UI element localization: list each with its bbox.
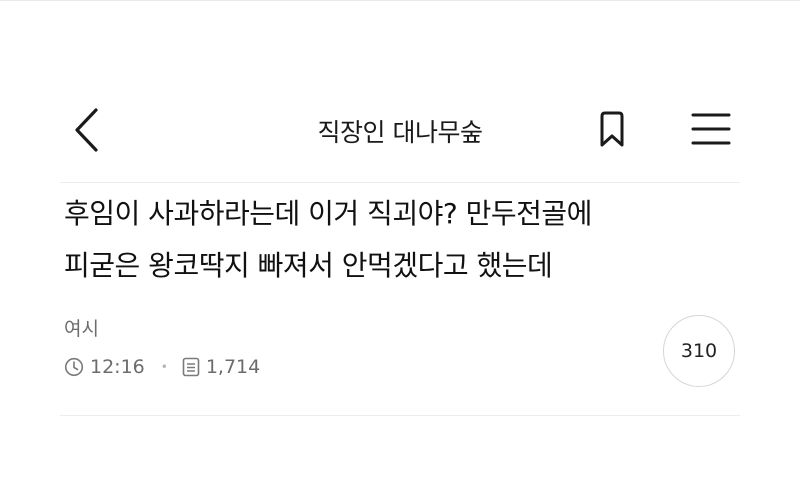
- top-border: [0, 0, 800, 1]
- post-views: 1,714: [182, 356, 260, 378]
- clock-icon: [64, 357, 84, 377]
- post-title-line: 후임이 사과하라는데 이거 직괴야? 만두전골에: [64, 197, 592, 230]
- app-header: 직장인 대나무숲: [0, 95, 800, 165]
- hamburger-menu-icon: [691, 113, 731, 145]
- post-time-text: 12:16: [90, 356, 145, 378]
- post-meta: 12:16 • 1,714: [64, 352, 260, 382]
- divider: [60, 182, 740, 183]
- bookmark-icon: [600, 111, 624, 147]
- document-icon: [182, 357, 200, 377]
- meta-separator: •: [160, 360, 168, 374]
- post-title[interactable]: 후임이 사과하라는데 이거 직괴야? 만두전골에 피굳은 왕코딱지 빠져서 안먹…: [64, 188, 754, 292]
- divider: [60, 415, 740, 416]
- post-time: 12:16: [64, 356, 145, 378]
- comment-count: 310: [680, 340, 718, 362]
- post-views-text: 1,714: [205, 356, 261, 378]
- bookmark-button[interactable]: [590, 107, 634, 151]
- board-title: 직장인 대나무숲: [317, 118, 483, 147]
- post-title-line: 피굳은 왕코딱지 빠져서 안먹겠다고 했는데: [64, 249, 553, 282]
- post-author: 여시: [64, 318, 99, 340]
- menu-button[interactable]: [686, 107, 736, 151]
- comment-count-badge[interactable]: 310: [663, 315, 735, 387]
